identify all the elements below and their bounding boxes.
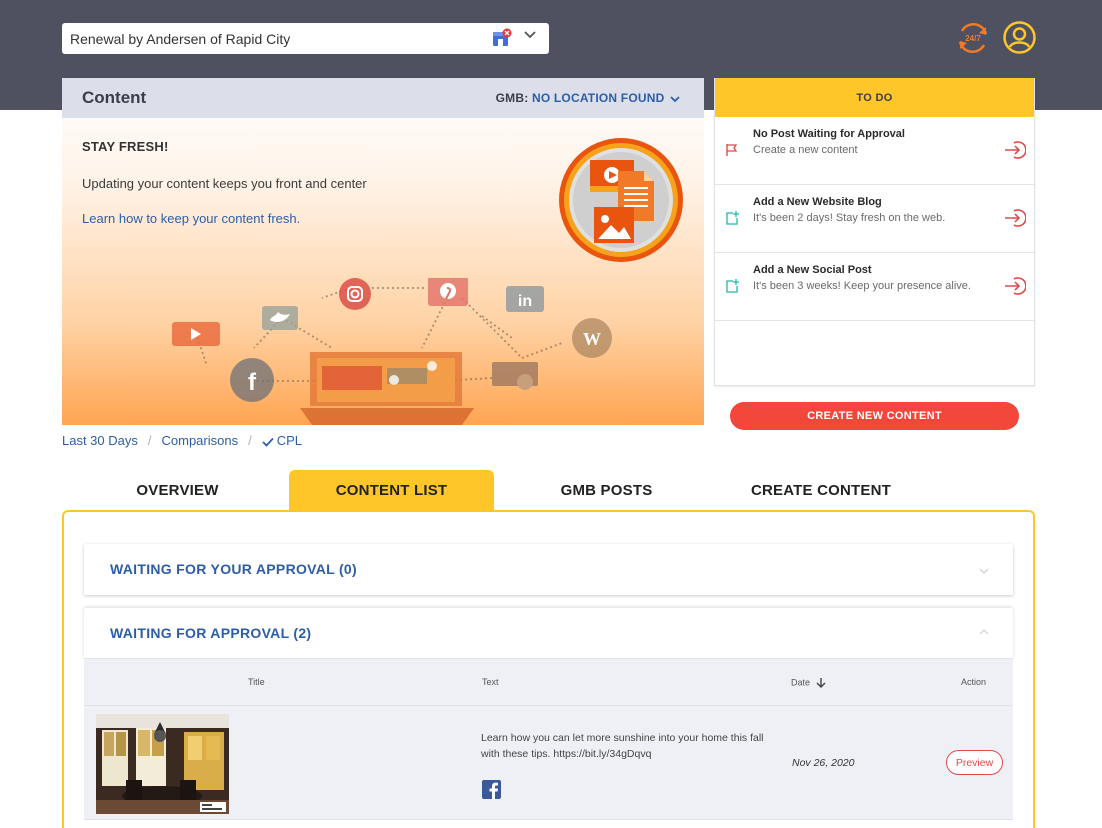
social-network-illustration: in W f bbox=[172, 278, 612, 425]
go-arrow-icon[interactable] bbox=[1004, 277, 1026, 295]
support-24-7-icon[interactable]: 24/7 bbox=[956, 21, 990, 55]
content-card-title: Content bbox=[82, 88, 147, 107]
svg-text:W: W bbox=[583, 329, 601, 349]
create-new-content-button[interactable]: CREATE NEW CONTENT bbox=[730, 402, 1019, 430]
table-header: Title Text Date Action bbox=[84, 658, 1013, 705]
content-media-icon bbox=[559, 138, 683, 262]
tab-content-list[interactable]: CONTENT LIST bbox=[289, 470, 494, 510]
svg-text:24/7: 24/7 bbox=[965, 34, 981, 43]
hero-subtitle: Updating your content keeps you front an… bbox=[82, 176, 367, 191]
content-hero-card: Content GMB: NO LOCATION FOUND STAY FRES… bbox=[62, 78, 704, 425]
todo-item-title: No Post Waiting for Approval bbox=[753, 128, 905, 140]
gmb-label: GMB: bbox=[495, 91, 529, 105]
column-action: Action bbox=[961, 677, 987, 687]
gmb-store-icon bbox=[493, 28, 512, 46]
accordion-title: WAITING FOR APPROVAL (2) bbox=[110, 625, 312, 641]
column-title: Title bbox=[248, 677, 265, 687]
chevron-down-icon[interactable] bbox=[522, 27, 538, 43]
post-date: Nov 26, 2020 bbox=[792, 757, 855, 769]
add-note-icon bbox=[726, 279, 739, 293]
chevron-up-icon bbox=[979, 629, 989, 635]
accordion-title: WAITING FOR YOUR APPROVAL (0) bbox=[110, 561, 357, 577]
svg-text:in: in bbox=[518, 293, 532, 310]
chevron-down-icon bbox=[979, 568, 989, 574]
facebook-icon bbox=[482, 780, 501, 799]
go-arrow-icon[interactable] bbox=[1004, 141, 1026, 159]
tab-create-content[interactable]: CREATE CONTENT bbox=[717, 470, 925, 510]
todo-item-subtitle: Create a new content bbox=[753, 144, 858, 156]
hero-headline: STAY FRESH! bbox=[82, 139, 169, 154]
content-tabs: OVERVIEW CONTENT LIST GMB POSTS CREATE C… bbox=[62, 470, 1035, 510]
check-icon bbox=[262, 437, 274, 447]
tab-gmb-posts[interactable]: GMB POSTS bbox=[504, 470, 709, 510]
learn-more-link[interactable]: Learn how to keep your content fresh. bbox=[82, 211, 300, 226]
location-select-value: Renewal by Andersen of Rapid City bbox=[70, 30, 291, 47]
cpl-toggle[interactable]: CPL bbox=[262, 433, 302, 448]
todo-item-title: Add a New Social Post bbox=[753, 264, 872, 276]
todo-item-subtitle: It's been 2 days! Stay fresh on the web. bbox=[753, 212, 946, 224]
user-account-icon[interactable] bbox=[1003, 21, 1036, 54]
table-row: Learn how you can let more sunshine into… bbox=[84, 705, 1013, 820]
preview-button[interactable]: Preview bbox=[946, 750, 1003, 775]
cpl-label: CPL bbox=[276, 433, 303, 448]
todo-item[interactable]: Add a New Social Post It's been 3 weeks!… bbox=[715, 253, 1034, 321]
column-date[interactable]: Date bbox=[791, 677, 826, 689]
breadcrumb-separator: / bbox=[248, 433, 252, 448]
post-text: Learn how you can let more sunshine into… bbox=[481, 732, 764, 760]
comparisons-link[interactable]: Comparisons bbox=[162, 433, 239, 448]
content-card-header: Content GMB: NO LOCATION FOUND bbox=[62, 78, 704, 118]
flag-icon bbox=[726, 144, 738, 156]
todo-panel: TO DO No Post Waiting for Approval Creat… bbox=[714, 78, 1035, 386]
todo-item-subtitle: It's been 3 weeks! Keep your presence al… bbox=[753, 280, 971, 292]
todo-item-title: Add a New Website Blog bbox=[753, 196, 882, 208]
todo-title: TO DO bbox=[715, 78, 1034, 117]
column-text: Text bbox=[482, 677, 499, 687]
chevron-down-icon bbox=[670, 96, 680, 103]
gmb-location-dropdown[interactable]: GMB: NO LOCATION FOUND bbox=[496, 91, 680, 105]
todo-item[interactable]: No Post Waiting for Approval Create a ne… bbox=[715, 117, 1034, 185]
breadcrumb-separator: / bbox=[147, 433, 152, 448]
tab-overview[interactable]: OVERVIEW bbox=[80, 470, 275, 510]
todo-item[interactable]: Add a New Website Blog It's been 2 days!… bbox=[715, 185, 1034, 253]
location-select[interactable]: Renewal by Andersen of Rapid City bbox=[62, 23, 549, 54]
column-date-label: Date bbox=[791, 677, 811, 688]
go-arrow-icon[interactable] bbox=[1004, 209, 1026, 227]
svg-text:f: f bbox=[248, 369, 257, 396]
date-range-link[interactable]: Last 30 Days bbox=[62, 433, 138, 448]
gmb-value: NO LOCATION FOUND bbox=[531, 91, 665, 105]
sort-down-icon bbox=[816, 678, 826, 688]
accordion-waiting-your-approval[interactable]: WAITING FOR YOUR APPROVAL (0) bbox=[84, 544, 1013, 595]
accordion-waiting-approval[interactable]: WAITING FOR APPROVAL (2) bbox=[84, 608, 1013, 659]
post-image-thumbnail[interactable] bbox=[96, 714, 229, 814]
add-note-icon bbox=[726, 211, 739, 225]
filter-breadcrumb: Last 30 Days / Comparisons / CPL bbox=[62, 433, 302, 448]
